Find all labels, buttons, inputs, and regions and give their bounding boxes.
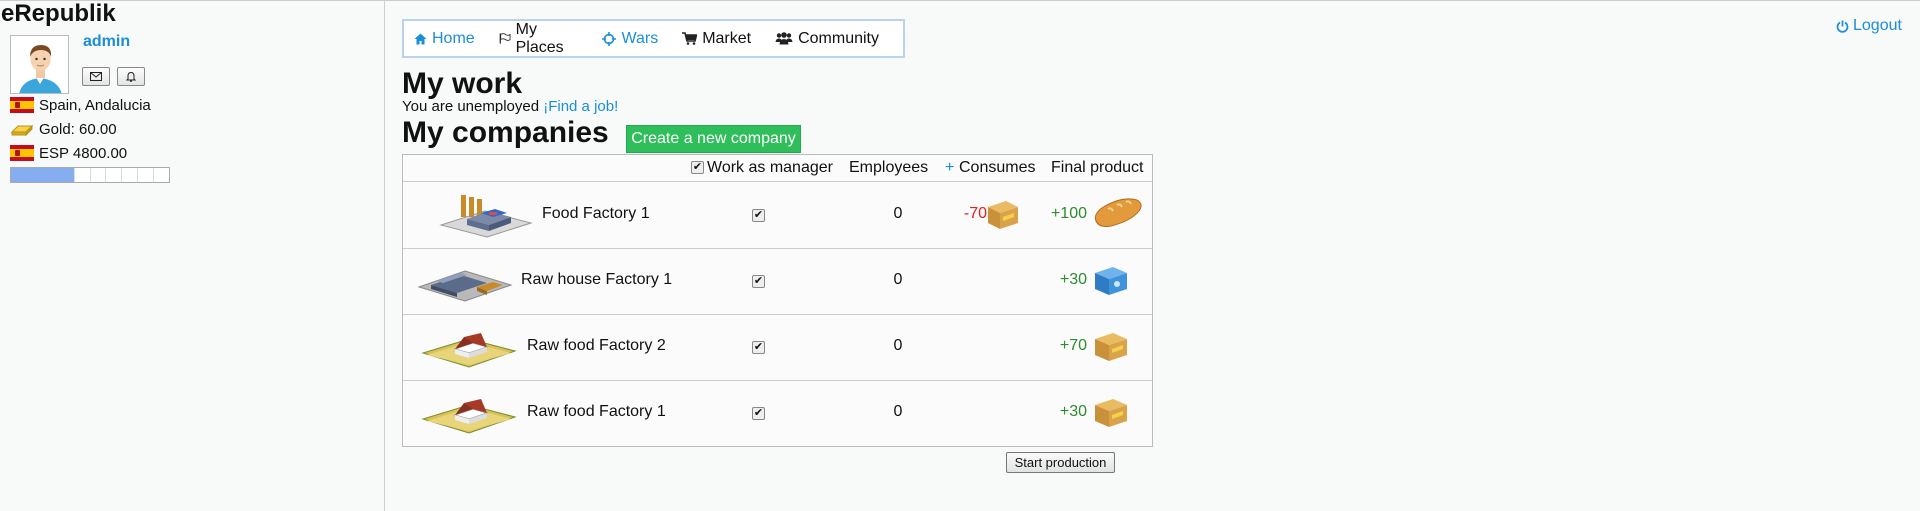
logout-link[interactable]: Logout — [1836, 17, 1902, 35]
col-employees: Employees — [849, 159, 929, 176]
nav-my-places-label: My Places — [515, 20, 564, 56]
my-companies-heading: My companies — [402, 116, 609, 149]
spain-flag-icon — [10, 97, 34, 113]
col-final-product: Final product — [1051, 159, 1144, 176]
power-icon — [1836, 20, 1849, 33]
work-as-manager-checkbox[interactable]: ✔ — [752, 275, 765, 288]
crosshair-icon — [602, 31, 617, 46]
table-header: ✔ Work as manager Employees + Consumes F… — [403, 155, 1152, 182]
sidebar: eRepublik admin Spain, Andalucia Gold: 6… — [0, 1, 385, 511]
table-row[interactable]: Raw food Factory 1 ✔ 0 +30 — [403, 381, 1152, 447]
employees-count: 0 — [893, 337, 903, 354]
companies-table: ✔ Work as manager Employees + Consumes F… — [402, 154, 1153, 447]
raw-food-box-icon — [1095, 333, 1127, 361]
experience-bar — [10, 167, 170, 183]
raw-food-factory-icon — [421, 399, 517, 434]
nav-home-label: Home — [432, 29, 475, 47]
find-job-link[interactable]: ¡Find a job! — [543, 98, 618, 115]
employment-status-text: You are unemployed — [402, 98, 544, 115]
col-work-as-manager: Work as manager — [707, 159, 833, 176]
final-product-value: +100 — [1050, 205, 1087, 222]
employees-count: 0 — [893, 205, 903, 222]
consumes-value: -70 — [963, 205, 987, 222]
nav-community[interactable]: Community — [775, 30, 879, 48]
company-name[interactable]: Raw house Factory 1 — [521, 271, 672, 289]
final-product-value: +30 — [1059, 271, 1087, 288]
nav-my-places[interactable]: My Places — [499, 21, 579, 57]
table-row[interactable]: Raw house Factory 1 ✔ 0 +30 — [403, 249, 1152, 315]
nav-wars-label: Wars — [621, 29, 659, 47]
work-as-manager-checkbox[interactable]: ✔ — [752, 209, 765, 222]
company-name[interactable]: Food Factory 1 — [542, 205, 650, 223]
col-consumes: Consumes — [959, 159, 1036, 176]
work-as-manager-all-checkbox[interactable]: ✔ — [691, 161, 704, 174]
messages-button[interactable] — [82, 67, 110, 86]
raw-food-factory-icon — [421, 333, 517, 368]
nav-market-label: Market — [702, 29, 752, 47]
nav-wars[interactable]: Wars — [602, 30, 658, 48]
nav-home[interactable]: Home — [414, 30, 475, 48]
company-name[interactable]: Raw food Factory 2 — [527, 337, 666, 355]
username-link[interactable]: admin — [83, 33, 130, 51]
create-company-button[interactable]: Create a new company — [626, 125, 801, 153]
nav-community-label: Community — [798, 29, 879, 47]
experience-bar-fill — [11, 168, 75, 182]
envelope-icon — [90, 72, 102, 81]
raw-food-box-icon — [1095, 399, 1127, 427]
raw-house-box-icon — [1095, 267, 1127, 295]
employees-count: 0 — [893, 403, 903, 420]
consumes-plus-icon: + — [945, 159, 955, 176]
flag-icon — [499, 33, 511, 44]
currency-row: ESP 4800.00 — [10, 143, 127, 163]
location-row: Spain, Andalucia — [10, 95, 151, 115]
food-factory-icon — [439, 195, 533, 238]
app-title: eRepublik — [1, 0, 116, 27]
page: eRepublik admin Spain, Andalucia Gold: 6… — [0, 0, 1920, 511]
avatar[interactable] — [10, 35, 69, 94]
final-product-value: +70 — [1059, 337, 1087, 354]
cart-icon — [682, 32, 698, 45]
nav-market[interactable]: Market — [682, 30, 751, 48]
logout-label: Logout — [1853, 17, 1902, 34]
start-production-button[interactable]: Start production — [1006, 452, 1115, 473]
table-row[interactable]: Food Factory 1 ✔ 0 -70 +100 — [403, 183, 1152, 249]
employment-status: You are unemployed ¡Find a job! — [402, 98, 618, 115]
table-row[interactable]: Raw food Factory 2 ✔ 0 +70 — [403, 315, 1152, 381]
location-text: Spain, Andalucia — [39, 96, 151, 114]
employees-count: 0 — [893, 271, 903, 288]
my-work-heading: My work — [402, 67, 523, 100]
raw-food-box-icon — [988, 201, 1018, 229]
bread-icon — [1094, 198, 1142, 227]
notifications-button[interactable] — [117, 67, 145, 86]
raw-house-factory-icon — [417, 270, 513, 302]
gold-text: Gold: 60.00 — [39, 120, 117, 138]
bell-icon — [126, 71, 136, 82]
home-icon — [414, 33, 427, 44]
work-as-manager-checkbox[interactable]: ✔ — [752, 341, 765, 354]
currency-text: ESP 4800.00 — [39, 144, 128, 162]
gold-bar-icon — [10, 124, 34, 137]
users-icon — [775, 32, 793, 45]
main-nav: Home My Places Wars Market Community — [402, 19, 905, 58]
gold-row: Gold: 60.00 — [10, 119, 117, 139]
spain-flag-icon — [10, 145, 34, 161]
work-as-manager-checkbox[interactable]: ✔ — [752, 407, 765, 420]
company-name[interactable]: Raw food Factory 1 — [527, 403, 666, 421]
final-product-value: +30 — [1059, 403, 1087, 420]
